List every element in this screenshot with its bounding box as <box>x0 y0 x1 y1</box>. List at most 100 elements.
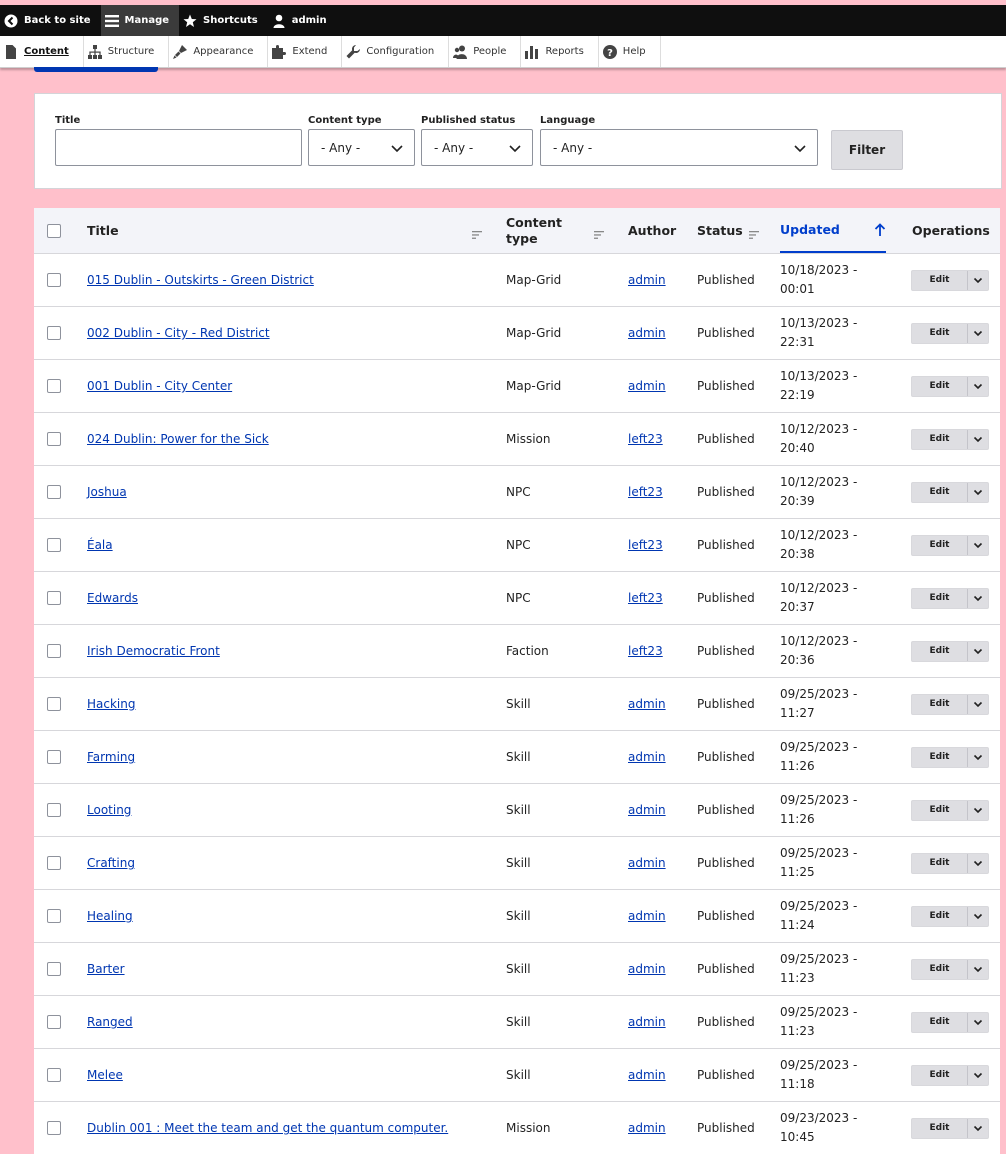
row-checkbox[interactable] <box>47 909 61 923</box>
content-title-link[interactable]: 001 Dublin - City Center <box>87 379 232 393</box>
author-link[interactable]: left23 <box>628 485 663 499</box>
operations-toggle[interactable] <box>967 800 988 820</box>
operations-toggle[interactable] <box>967 429 988 449</box>
operations-toggle[interactable] <box>967 641 988 661</box>
author-link[interactable]: left23 <box>628 432 663 446</box>
content-title-link[interactable]: Edwards <box>87 591 138 605</box>
tray-item-configuration[interactable]: Configuration <box>342 36 450 67</box>
tray-item-people[interactable]: People <box>449 36 522 67</box>
row-checkbox[interactable] <box>47 591 61 605</box>
operations-toggle[interactable] <box>967 1012 988 1032</box>
content-title-link[interactable]: Ranged <box>87 1015 133 1029</box>
row-checkbox[interactable] <box>47 432 61 446</box>
author-link[interactable]: admin <box>628 697 666 711</box>
operations-toggle[interactable] <box>967 906 988 926</box>
row-checkbox[interactable] <box>47 803 61 817</box>
content-title-link[interactable]: 024 Dublin: Power for the Sick <box>87 432 269 446</box>
operations-toggle[interactable] <box>967 270 988 290</box>
edit-button[interactable]: Edit <box>912 589 967 608</box>
edit-button[interactable]: Edit <box>912 907 967 926</box>
language-select[interactable]: - Any - <box>540 129 818 166</box>
operations-toggle[interactable] <box>967 376 988 396</box>
header-content-type[interactable]: Content type <box>506 208 604 253</box>
operations-toggle[interactable] <box>967 588 988 608</box>
operations-toggle[interactable] <box>967 1118 988 1138</box>
edit-button[interactable]: Edit <box>912 271 967 290</box>
author-link[interactable]: left23 <box>628 538 663 552</box>
author-link[interactable]: admin <box>628 962 666 976</box>
manage-toggle[interactable]: Manage <box>100 5 180 36</box>
title-filter-input[interactable] <box>55 129 302 166</box>
author-link[interactable]: admin <box>628 909 666 923</box>
content-title-link[interactable]: Crafting <box>87 856 135 870</box>
tray-item-structure[interactable]: Structure <box>84 36 170 67</box>
operations-toggle[interactable] <box>967 694 988 714</box>
operations-toggle[interactable] <box>967 747 988 767</box>
user-menu[interactable]: admin <box>268 5 337 36</box>
content-title-link[interactable]: Irish Democratic Front <box>87 644 220 658</box>
operations-toggle[interactable] <box>967 482 988 502</box>
author-link[interactable]: admin <box>628 1015 666 1029</box>
row-checkbox[interactable] <box>47 697 61 711</box>
author-link[interactable]: admin <box>628 1068 666 1082</box>
operations-toggle[interactable] <box>967 1065 988 1085</box>
edit-button[interactable]: Edit <box>912 748 967 767</box>
author-link[interactable]: admin <box>628 856 666 870</box>
edit-button[interactable]: Edit <box>912 430 967 449</box>
row-checkbox[interactable] <box>47 1121 61 1135</box>
tray-item-extend[interactable]: Extend <box>268 36 343 67</box>
content-title-link[interactable]: Melee <box>87 1068 123 1082</box>
content-title-link[interactable]: Hacking <box>87 697 135 711</box>
content-title-link[interactable]: 015 Dublin - Outskirts - Green District <box>87 273 314 287</box>
edit-button[interactable]: Edit <box>912 483 967 502</box>
back-to-site-link[interactable]: Back to site <box>0 5 101 36</box>
content-title-link[interactable]: Dublin 001 : Meet the team and get the q… <box>87 1121 448 1135</box>
header-updated[interactable]: Updated <box>780 208 886 253</box>
content-title-link[interactable]: 002 Dublin - City - Red District <box>87 326 270 340</box>
row-checkbox[interactable] <box>47 326 61 340</box>
row-checkbox[interactable] <box>47 1015 61 1029</box>
edit-button[interactable]: Edit <box>912 695 967 714</box>
operations-toggle[interactable] <box>967 535 988 555</box>
header-status[interactable]: Status <box>697 208 759 253</box>
operations-toggle[interactable] <box>967 323 988 343</box>
content-title-link[interactable]: Healing <box>87 909 133 923</box>
author-link[interactable]: left23 <box>628 591 663 605</box>
row-checkbox[interactable] <box>47 379 61 393</box>
content-type-select[interactable]: - Any - <box>308 129 415 166</box>
edit-button[interactable]: Edit <box>912 377 967 396</box>
author-link[interactable]: admin <box>628 750 666 764</box>
row-checkbox[interactable] <box>47 538 61 552</box>
content-title-link[interactable]: Éala <box>87 538 113 552</box>
tray-item-content[interactable]: Content <box>0 36 84 67</box>
tray-item-help[interactable]: ? Help <box>599 36 661 67</box>
edit-button[interactable]: Edit <box>912 1119 967 1138</box>
content-title-link[interactable]: Joshua <box>87 485 127 499</box>
operations-toggle[interactable] <box>967 853 988 873</box>
tray-item-reports[interactable]: Reports <box>521 36 599 67</box>
edit-button[interactable]: Edit <box>912 1066 967 1085</box>
row-checkbox[interactable] <box>47 856 61 870</box>
edit-button[interactable]: Edit <box>912 324 967 343</box>
row-checkbox[interactable] <box>47 1068 61 1082</box>
edit-button[interactable]: Edit <box>912 1013 967 1032</box>
author-link[interactable]: admin <box>628 273 666 287</box>
row-checkbox[interactable] <box>47 644 61 658</box>
row-checkbox[interactable] <box>47 485 61 499</box>
edit-button[interactable]: Edit <box>912 642 967 661</box>
select-all-checkbox[interactable] <box>47 223 61 238</box>
author-link[interactable]: admin <box>628 326 666 340</box>
published-status-select[interactable]: - Any - <box>421 129 533 166</box>
row-checkbox[interactable] <box>47 750 61 764</box>
row-checkbox[interactable] <box>47 962 61 976</box>
filter-button[interactable]: Filter <box>831 130 903 170</box>
primary-action-button-edge[interactable] <box>34 67 158 72</box>
content-title-link[interactable]: Barter <box>87 962 125 976</box>
content-title-link[interactable]: Farming <box>87 750 135 764</box>
row-checkbox[interactable] <box>47 273 61 287</box>
shortcuts-toggle[interactable]: Shortcuts <box>179 5 268 36</box>
edit-button[interactable]: Edit <box>912 536 967 555</box>
author-link[interactable]: left23 <box>628 644 663 658</box>
author-link[interactable]: admin <box>628 379 666 393</box>
author-link[interactable]: admin <box>628 803 666 817</box>
